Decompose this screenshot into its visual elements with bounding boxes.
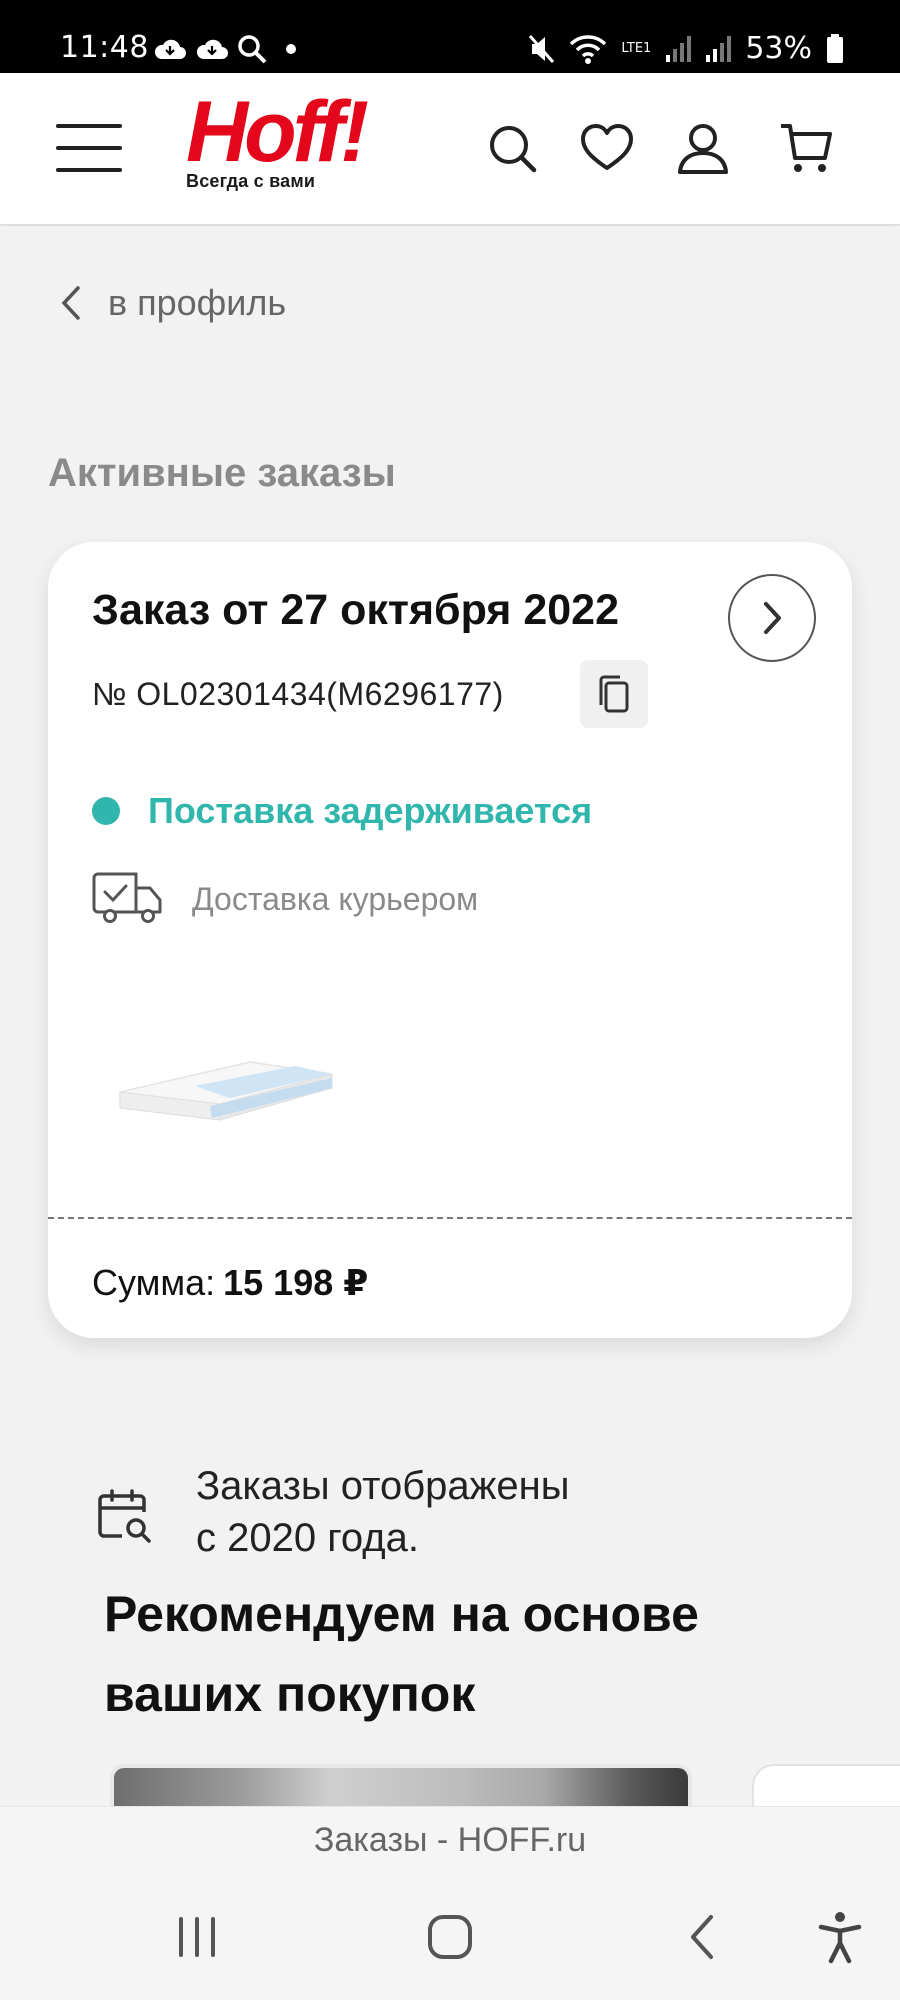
signal-icon: [706, 35, 732, 62]
page-caption: Заказы - HOFF.ru: [313, 1821, 587, 1859]
order-card[interactable]: Заказ от 27 октября 2022 № OL02301434(M6…: [48, 542, 852, 1338]
status-left-icons: [153, 34, 299, 64]
cloud-icon: [154, 39, 186, 59]
heart-icon[interactable]: [579, 120, 635, 176]
back-to-profile-link[interactable]: в профиль: [60, 282, 286, 324]
home-button[interactable]: [420, 1907, 480, 1967]
recent-apps-icon: [179, 1917, 215, 1957]
orders-info-line: с 2020 года.: [196, 1516, 419, 1560]
user-icon[interactable]: [675, 120, 731, 176]
hoff-logo[interactable]: Hoff! Всегда с вами: [186, 84, 369, 192]
section-title: Активные заказы: [48, 451, 396, 495]
order-sum-value: 15 198 ₽: [223, 1262, 369, 1303]
main-content: в профиль Активные заказы Заказ от 27 ок…: [0, 226, 900, 1824]
bottom-bar: Заказы - HOFF.ru: [0, 1806, 900, 2000]
status-right-icons: LTE1 53%: [529, 31, 844, 66]
chevron-left-icon: [61, 286, 80, 320]
battery-icon: [827, 33, 843, 63]
copy-order-number-button[interactable]: [580, 660, 648, 728]
back-button[interactable]: [672, 1907, 732, 1967]
signal-icon: [666, 35, 692, 62]
delivery-truck-icon: [92, 872, 162, 923]
dot-icon: [286, 44, 296, 54]
battery-percent: 53%: [745, 31, 812, 66]
cart-icon[interactable]: [778, 120, 834, 176]
calendar-search-icon: [98, 1489, 151, 1543]
logo-wordmark: Hoff!: [186, 84, 369, 180]
search-icon[interactable]: [484, 120, 540, 176]
order-title: Заказ от 27 октября 2022: [92, 586, 620, 634]
recommendations-title-line: Рекомендуем на основе: [104, 1586, 699, 1642]
orders-info-line: Заказы отображены: [196, 1464, 570, 1508]
product-image-mattress[interactable]: [100, 1022, 340, 1182]
orders-info-note: Заказы отображены с 2020 года.: [96, 1460, 570, 1564]
orders-info-text: Заказы отображены с 2020 года.: [196, 1460, 570, 1564]
order-details-button[interactable]: [728, 574, 816, 662]
wifi-icon: [570, 34, 607, 64]
site-header: Hoff! Всегда с вами: [0, 73, 900, 225]
card-divider: [48, 1217, 852, 1219]
accessibility-button[interactable]: [810, 1907, 870, 1967]
chevron-right-icon: [764, 602, 781, 634]
status-dot: [92, 797, 120, 825]
lte-label: LTE1: [621, 41, 652, 56]
recommendations-title-line: ваших покупок: [104, 1666, 476, 1722]
back-link-label: в профиль: [108, 282, 287, 323]
order-number: № OL02301434(M6296177): [92, 676, 504, 712]
order-status-text: Поставка задерживается: [148, 790, 593, 831]
delivery-method-text: Доставка курьером: [192, 880, 479, 917]
accessibility-icon: [818, 1912, 862, 1964]
search-icon: [238, 35, 267, 64]
recommendations-title: Рекомендуем на основе ваших покупок: [104, 1574, 804, 1734]
mute-icon: [529, 34, 555, 63]
home-icon: [428, 1915, 472, 1959]
order-sum: Сумма: 15 198 ₽: [92, 1262, 368, 1304]
back-icon: [691, 1915, 713, 1959]
delivery-method: Доставка курьером: [90, 872, 478, 926]
cloud-icon: [196, 39, 228, 59]
order-status: Поставка задерживается: [92, 790, 592, 832]
menu-icon[interactable]: [56, 124, 122, 172]
order-sum-label: Сумма:: [92, 1262, 216, 1303]
copy-icon: [599, 675, 629, 713]
status-bar: 11:48 LTE1 53%: [0, 0, 900, 73]
status-time: 11:48: [60, 30, 149, 65]
recent-apps-button[interactable]: [167, 1907, 227, 1967]
